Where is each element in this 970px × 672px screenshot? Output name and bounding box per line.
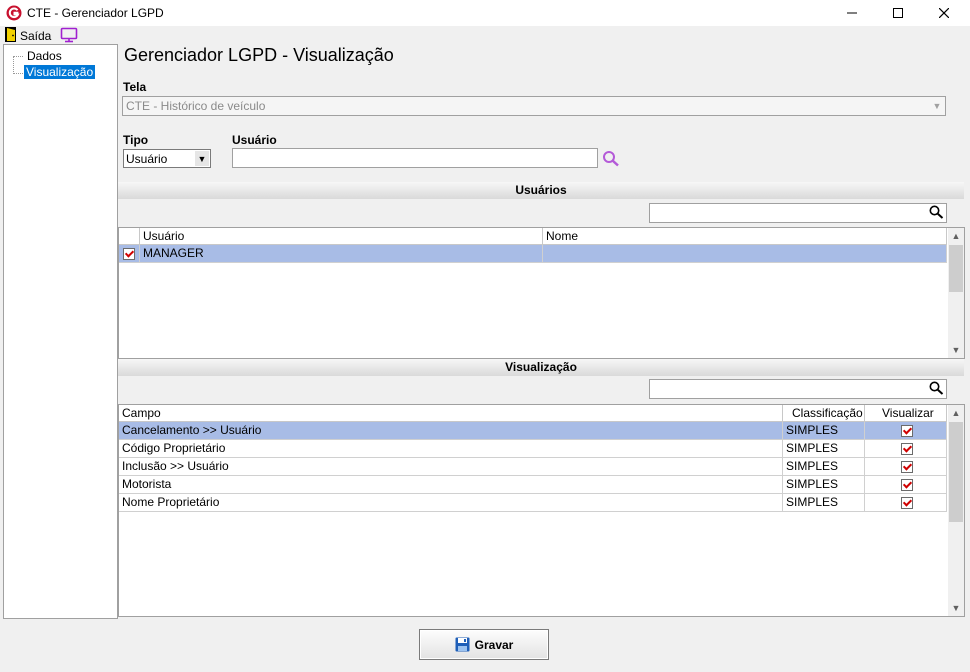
table-row[interactable]: Código Proprietário SIMPLES xyxy=(119,440,947,458)
grid-header-nome[interactable]: Nome xyxy=(543,228,947,245)
cell-campo: Inclusão >> Usuário xyxy=(119,458,783,475)
cell-visualizar[interactable] xyxy=(865,458,947,475)
chevron-down-icon[interactable]: ▼ xyxy=(195,151,209,166)
cell-campo: Código Proprietário xyxy=(119,440,783,457)
scroll-thumb[interactable] xyxy=(949,422,963,522)
grid-header-check xyxy=(119,228,140,245)
tree-connector xyxy=(13,56,14,74)
page-title: Gerenciador LGPD - Visualização xyxy=(124,45,394,65)
grid-header-visualizar[interactable]: Visualizar xyxy=(865,405,947,422)
cell-usuario: MANAGER xyxy=(140,245,543,262)
gravar-label: Gravar xyxy=(474,637,514,652)
tree-item-visualizacao[interactable]: Visualização xyxy=(24,65,96,79)
usuarios-grid: Usuário Nome MANAGER ▲ ▼ xyxy=(118,227,965,359)
menu-item-saida[interactable]: Saída xyxy=(20,29,51,43)
search-icon[interactable] xyxy=(929,381,944,395)
cell-classificacao: SIMPLES xyxy=(783,476,865,493)
scroll-down-icon[interactable]: ▼ xyxy=(948,342,964,358)
search-icon[interactable] xyxy=(929,205,944,219)
chevron-down-icon[interactable]: ▼ xyxy=(929,97,945,115)
table-row[interactable]: MANAGER xyxy=(119,245,947,263)
tipo-label: Tipo xyxy=(123,133,149,147)
grid-header-classificacao[interactable]: Classificação xyxy=(783,405,865,422)
cell-visualizar[interactable] xyxy=(865,494,947,511)
visualizacao-section-header: Visualização xyxy=(118,359,964,376)
visualizar-checkbox[interactable] xyxy=(901,425,913,437)
cell-visualizar[interactable] xyxy=(865,440,947,457)
tela-select[interactable]: CTE - Histórico de veículo ▼ xyxy=(122,96,946,116)
visualizacao-scrollbar[interactable]: ▲ ▼ xyxy=(948,405,964,616)
table-row[interactable]: Motorista SIMPLES xyxy=(119,476,947,494)
scroll-down-icon[interactable]: ▼ xyxy=(948,600,964,616)
visualizar-checkbox[interactable] xyxy=(901,497,913,509)
exit-door-icon[interactable] xyxy=(5,27,16,42)
cell-campo: Cancelamento >> Usuário xyxy=(119,422,783,439)
visualizar-checkbox[interactable] xyxy=(901,443,913,455)
tree-connector xyxy=(13,73,23,74)
tree-connector xyxy=(13,56,23,57)
cell-classificacao: SIMPLES xyxy=(783,458,865,475)
grid-header-campo[interactable]: Campo xyxy=(119,405,783,422)
cell-campo: Nome Proprietário xyxy=(119,494,783,511)
grid-header-usuario[interactable]: Usuário xyxy=(140,228,543,245)
maximize-button[interactable] xyxy=(875,0,921,26)
tela-select-value: CTE - Histórico de veículo xyxy=(126,99,266,113)
visualizar-checkbox[interactable] xyxy=(901,479,913,491)
visualizacao-search-input[interactable] xyxy=(649,379,947,399)
cell-nome xyxy=(543,245,947,262)
table-row[interactable]: Inclusão >> Usuário SIMPLES xyxy=(119,458,947,476)
menu-bar xyxy=(0,26,970,44)
navigation-tree xyxy=(3,44,118,619)
tipo-select[interactable]: Usuário ▼ xyxy=(123,149,211,168)
scroll-up-icon[interactable]: ▲ xyxy=(948,228,964,244)
minimize-button[interactable] xyxy=(829,0,875,26)
usuario-input[interactable] xyxy=(232,148,598,168)
table-row[interactable]: Nome Proprietário SIMPLES xyxy=(119,494,947,512)
tree-item-dados[interactable]: Dados xyxy=(26,49,63,63)
row-checkbox[interactable] xyxy=(123,248,135,260)
usuarios-search-input[interactable] xyxy=(649,203,947,223)
row-check-cell[interactable] xyxy=(119,245,140,262)
cell-visualizar[interactable] xyxy=(865,476,947,493)
visualizar-checkbox[interactable] xyxy=(901,461,913,473)
tela-label: Tela xyxy=(123,80,147,94)
scroll-up-icon[interactable]: ▲ xyxy=(948,405,964,421)
scroll-thumb[interactable] xyxy=(949,245,963,292)
usuarios-scrollbar[interactable]: ▲ ▼ xyxy=(948,228,964,358)
gravar-button[interactable]: Gravar xyxy=(419,629,549,660)
cell-classificacao: SIMPLES xyxy=(783,440,865,457)
cell-campo: Motorista xyxy=(119,476,783,493)
usuarios-section-header: Usuários xyxy=(118,182,964,199)
search-icon[interactable] xyxy=(602,150,621,167)
minimize-icon xyxy=(847,12,857,14)
maximize-icon xyxy=(893,8,903,18)
save-floppy-icon xyxy=(455,637,470,652)
close-icon xyxy=(939,8,949,18)
close-button[interactable] xyxy=(921,0,967,26)
tipo-select-value: Usuário xyxy=(126,152,168,166)
monitor-icon[interactable] xyxy=(60,27,78,43)
table-row[interactable]: Cancelamento >> Usuário SIMPLES xyxy=(119,422,947,440)
visualizacao-grid: Campo Classificação Visualizar Cancelame… xyxy=(118,404,965,617)
cell-classificacao: SIMPLES xyxy=(783,494,865,511)
window-title: CTE - Gerenciador LGPD xyxy=(27,6,164,20)
app-logo-icon xyxy=(6,5,22,21)
cell-visualizar[interactable] xyxy=(865,422,947,439)
cell-classificacao: SIMPLES xyxy=(783,422,865,439)
usuario-label: Usuário xyxy=(232,133,277,147)
